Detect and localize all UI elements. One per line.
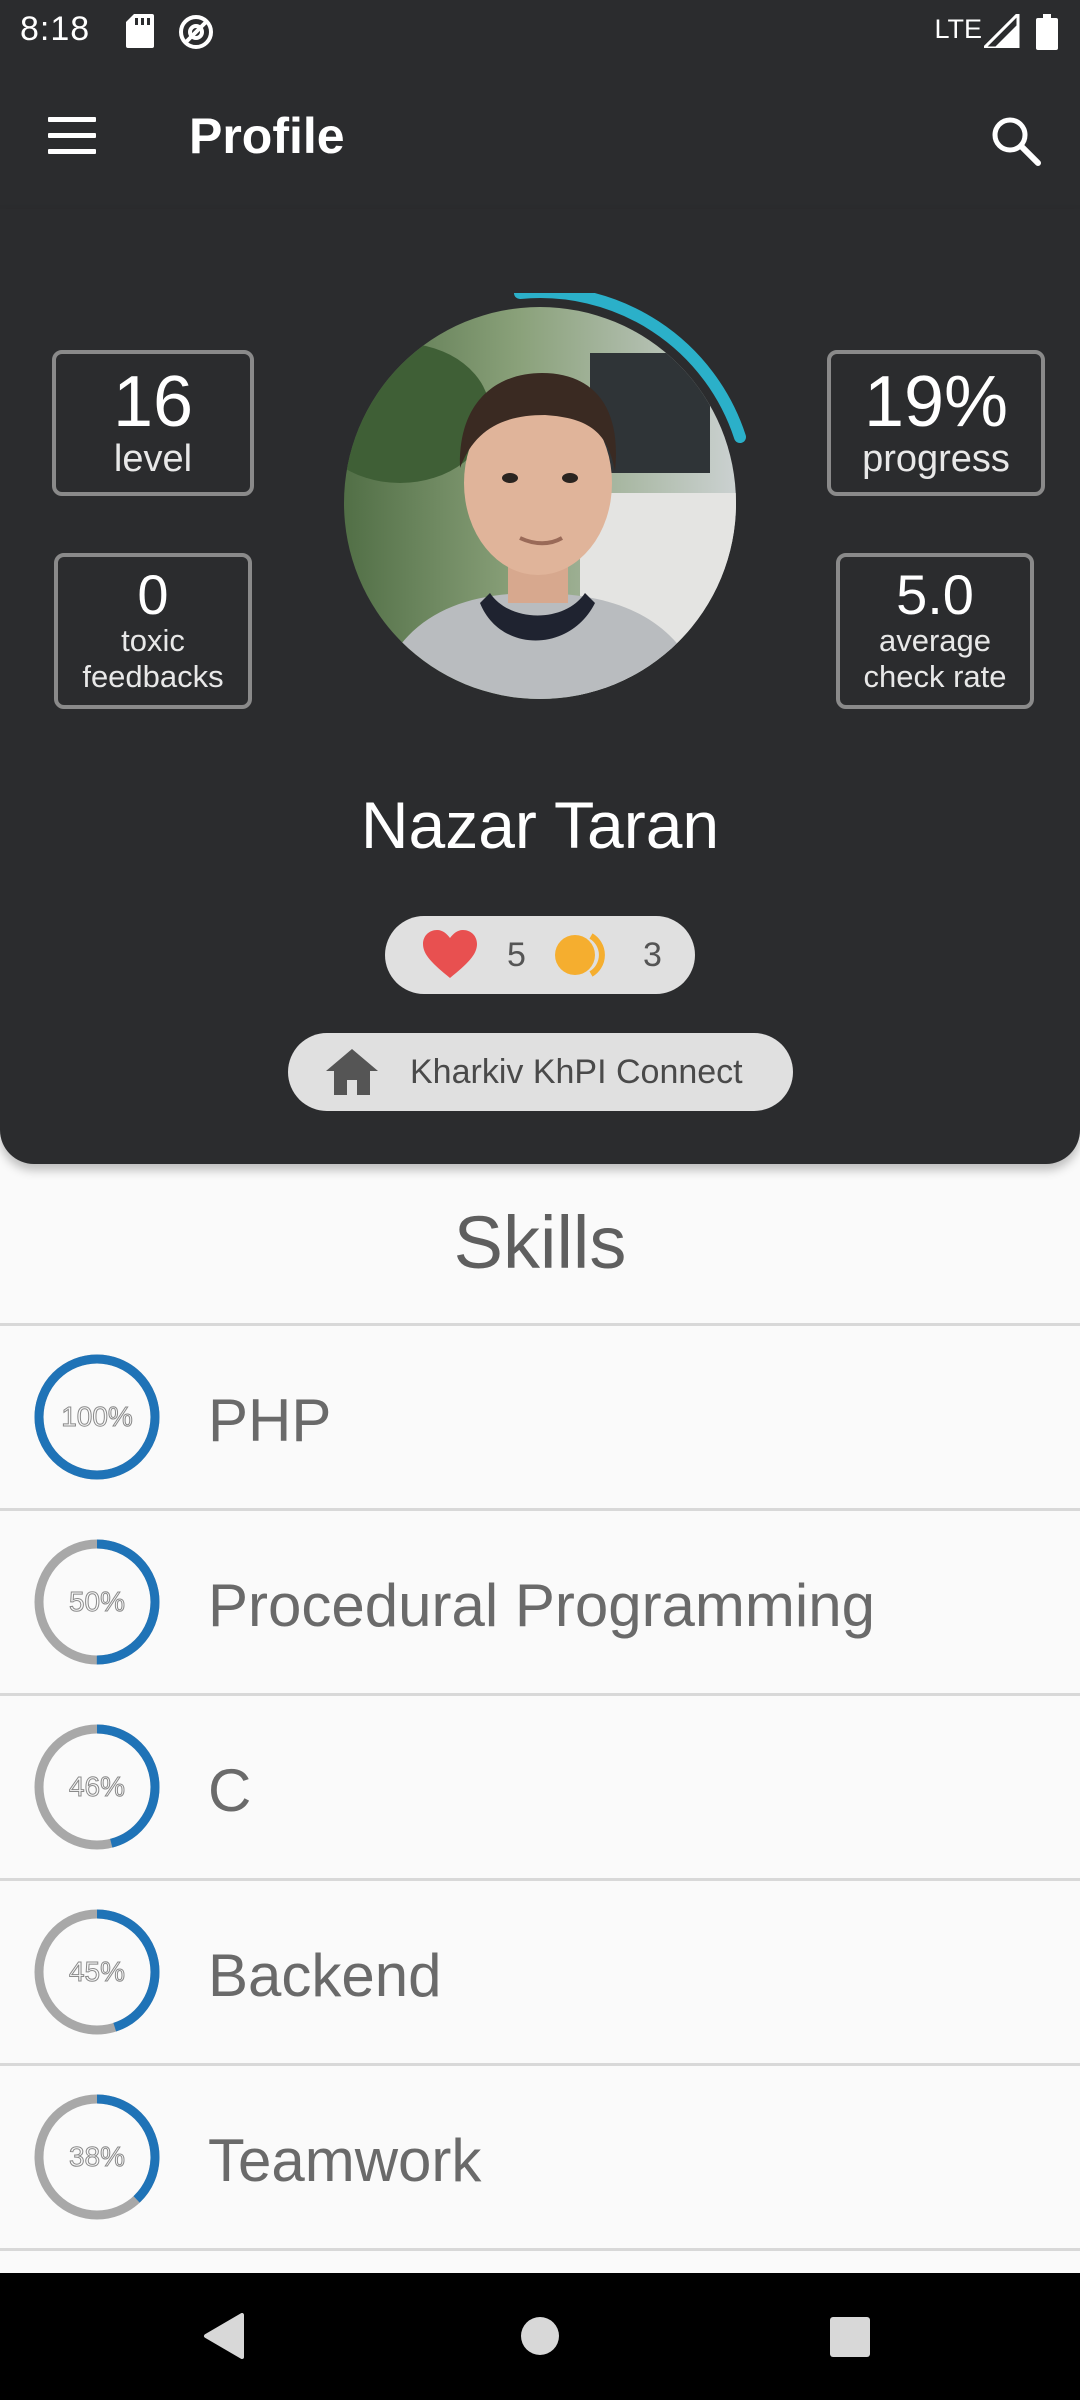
toxic-feedbacks-box: 0 toxic feedbacks — [54, 553, 252, 709]
skills-list: 100% PHP 50% Procedural Programming 46% C 45% B… — [0, 1323, 1080, 2251]
skill-percent: 50% — [68, 1586, 126, 1618]
sd-card-icon — [126, 14, 154, 48]
campus-name: Kharkiv KhPI Connect — [410, 1053, 743, 1091]
menu-icon[interactable] — [44, 113, 100, 157]
network-type: LTE — [934, 14, 982, 44]
skill-row[interactable]: 46% C — [0, 1693, 1080, 1878]
skill-name: C — [208, 1757, 252, 1824]
back-icon[interactable] — [202, 2313, 246, 2359]
coin-icon — [555, 933, 605, 977]
progress-label: progress — [862, 438, 1010, 480]
status-time: 8:18 — [20, 10, 91, 48]
reactions-pill[interactable]: 5 3 — [385, 916, 695, 994]
rate-label-line2: check rate — [863, 659, 1007, 694]
user-name: Nazar Taran — [360, 788, 720, 862]
page-title: Profile — [189, 108, 345, 164]
campus-pill[interactable]: Kharkiv KhPI Connect — [288, 1033, 793, 1111]
rate-label-line1: average — [878, 623, 992, 658]
coins-count: 3 — [643, 936, 662, 974]
heart-icon — [423, 930, 477, 978]
avatar[interactable] — [330, 293, 750, 713]
skill-row[interactable]: 38% Teamwork — [0, 2063, 1080, 2248]
toxic-label-line1: toxic — [121, 623, 185, 658]
home-circle-icon[interactable] — [520, 2316, 560, 2356]
check-rate-box: 5.0 average check rate — [836, 553, 1034, 709]
progress-box: 19% progress — [827, 350, 1045, 496]
skill-name: Procedural Programming — [208, 1572, 875, 1639]
status-bar: 8:18 LTE — [0, 0, 1080, 63]
skill-row[interactable]: 45% Backend — [0, 1878, 1080, 2063]
level-box: 16 level — [52, 350, 254, 496]
toxic-label-line2: feedbacks — [82, 659, 224, 694]
likes-count: 5 — [507, 936, 526, 974]
skill-row[interactable]: 50% Procedural Programming — [0, 1508, 1080, 1693]
skill-percent: 100% — [61, 1401, 134, 1433]
skill-percent: 38% — [68, 2141, 126, 2173]
skill-row[interactable]: 100% PHP — [0, 1323, 1080, 1508]
progress-value: 19% — [863, 362, 1009, 442]
level-label: level — [113, 438, 193, 480]
skill-name: Backend — [208, 1942, 442, 2009]
toxic-value: 0 — [137, 563, 169, 626]
skill-percent: 46% — [68, 1771, 126, 1803]
list-divider — [0, 2248, 1080, 2251]
home-icon — [326, 1049, 378, 1095]
rate-value: 5.0 — [896, 563, 974, 626]
level-value: 16 — [112, 362, 194, 442]
skills-title: Skills — [453, 1201, 627, 1284]
signal-icon — [984, 14, 1020, 48]
search-icon[interactable] — [986, 111, 1046, 171]
skill-name: Teamwork — [208, 2127, 482, 2194]
at-icon — [179, 15, 213, 49]
skill-percent: 45% — [68, 1956, 126, 1988]
navigation-bar — [0, 2273, 1080, 2400]
skill-name: PHP — [208, 1387, 332, 1454]
recents-icon[interactable] — [830, 2317, 870, 2357]
app-bar: Profile — [0, 63, 1080, 209]
profile-header: 16 level 19% progress 0 toxic feedbacks … — [0, 209, 1080, 1164]
battery-icon — [1036, 14, 1058, 50]
